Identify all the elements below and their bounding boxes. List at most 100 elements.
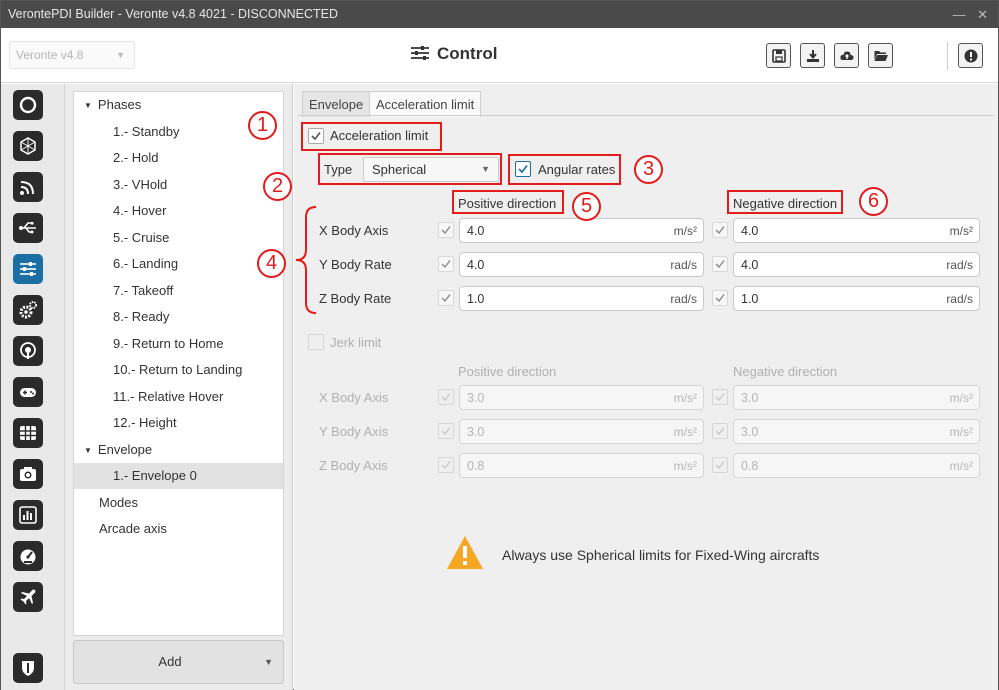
jerk-limit-checkbox[interactable]	[308, 334, 324, 350]
input-unit: rad/s	[946, 292, 973, 306]
accel-negative-checkbox[interactable]	[712, 256, 728, 272]
accel-row-label: Z Body Rate	[319, 291, 392, 306]
sidebar-control-button[interactable]	[13, 254, 43, 284]
tree-item-phase[interactable]: 12.- Height	[74, 410, 283, 436]
tree-item-phase[interactable]: 5.- Cruise	[74, 225, 283, 251]
download-icon	[807, 50, 819, 62]
version-select[interactable]: Veronte v4.8 ▼	[9, 41, 135, 69]
sidebar-power-button[interactable]	[13, 90, 43, 120]
sidebar-plane-button[interactable]	[13, 582, 43, 612]
sidebar-grid-button[interactable]	[13, 418, 43, 448]
accel-negative-input[interactable]: 1.0 rad/s	[733, 286, 980, 311]
annotation-box	[727, 190, 843, 214]
tree-item-phase[interactable]: 11.- Relative Hover	[74, 384, 283, 410]
power-icon	[19, 96, 37, 114]
gamepad-icon	[20, 388, 36, 397]
accel-negative-input[interactable]: 4.0 m/s²	[733, 218, 980, 243]
jerk-negative-input[interactable]: 3.0 m/s²	[733, 419, 980, 444]
input-unit: m/s²	[673, 224, 697, 238]
jerk-negative-checkbox[interactable]	[712, 423, 728, 439]
input-value: 3.0	[467, 425, 485, 439]
warning-message: Always use Spherical limits for Fixed-Wi…	[502, 547, 820, 563]
jerk-positive-input[interactable]: 3.0 m/s²	[459, 419, 704, 444]
info-icon	[964, 49, 978, 63]
jerk-positive-input[interactable]: 3.0 m/s²	[459, 385, 704, 410]
signal-icon	[20, 181, 34, 195]
tab-divider	[298, 115, 994, 116]
tree-item-phase[interactable]: 4.- Hover	[74, 198, 283, 224]
accel-negative-input[interactable]: 4.0 rad/s	[733, 252, 980, 277]
annotation-box	[452, 190, 564, 214]
expand-arrow-icon: ▼	[84, 101, 92, 110]
tree-item-phase[interactable]: 8.- Ready	[74, 304, 283, 330]
tree-item-phase[interactable]: 6.- Landing	[74, 251, 283, 277]
tree-item-phase[interactable]: 2.- Hold	[74, 145, 283, 171]
info-button[interactable]	[958, 43, 983, 68]
callout-marker: 1	[248, 111, 277, 140]
tree-item-phase[interactable]: 3.- VHold	[74, 172, 283, 198]
add-button[interactable]: Add ▼	[73, 640, 284, 684]
check-icon	[715, 427, 725, 436]
cloud-upload-button[interactable]	[834, 43, 859, 68]
window-controls[interactable]: — ✕	[952, 1, 992, 28]
tree-item-phase[interactable]: 10.- Return to Landing	[74, 357, 283, 383]
sidebar-gears-button[interactable]	[13, 295, 43, 325]
jerk-negative-checkbox[interactable]	[712, 389, 728, 405]
sidebar-shield-button[interactable]	[13, 653, 43, 683]
accel-negative-checkbox[interactable]	[712, 290, 728, 306]
tree-group-envelope[interactable]: ▼ Envelope	[74, 437, 283, 463]
check-icon	[441, 427, 451, 436]
save-icon	[772, 49, 786, 63]
accel-positive-input[interactable]: 1.0 rad/s	[459, 286, 704, 311]
tree-item-arcade-axis[interactable]: Arcade axis	[74, 516, 283, 542]
jerk-negative-input[interactable]: 3.0 m/s²	[733, 385, 980, 410]
jerk-negative-header: Negative direction	[733, 364, 838, 379]
tab-envelope[interactable]: Envelope	[302, 91, 371, 117]
sidebar-camera-button[interactable]	[13, 459, 43, 489]
control-sliders-icon	[411, 45, 431, 65]
jerk-positive-checkbox[interactable]	[438, 423, 454, 439]
sidebar-podcast-button[interactable]	[13, 336, 43, 366]
input-unit: m/s²	[949, 459, 973, 473]
tree-item-phase[interactable]: 7.- Takeoff	[74, 278, 283, 304]
tree-item-phase[interactable]: 9.- Return to Home	[74, 331, 283, 357]
sidebar-globe-button[interactable]	[13, 131, 43, 161]
jerk-positive-input[interactable]: 0.8 m/s²	[459, 453, 704, 478]
callout-marker: 5	[572, 192, 601, 221]
accel-positive-checkbox[interactable]	[438, 256, 454, 272]
accel-positive-input[interactable]: 4.0 rad/s	[459, 252, 704, 277]
tree-group-label: Phases	[97, 97, 142, 112]
tree-item-envelope-selected[interactable]: 1.- Envelope 0	[74, 463, 283, 489]
save-button[interactable]	[766, 43, 791, 68]
module-sidebar	[1, 84, 65, 690]
jerk-positive-checkbox[interactable]	[438, 457, 454, 473]
check-icon	[715, 294, 725, 303]
tree-item-modes[interactable]: Modes	[74, 490, 283, 516]
title-bar: VerontePDI Builder - Veronte v4.8 4021 -…	[1, 1, 998, 28]
sidebar-usb-button[interactable]	[13, 213, 43, 243]
jerk-negative-checkbox[interactable]	[712, 457, 728, 473]
sidebar-gamepad-button[interactable]	[13, 377, 43, 407]
accel-positive-checkbox[interactable]	[438, 222, 454, 238]
sidebar-chart-button[interactable]	[13, 500, 43, 530]
download-button[interactable]	[800, 43, 825, 68]
accel-positive-input[interactable]: 4.0 m/s²	[459, 218, 704, 243]
open-folder-button[interactable]	[868, 43, 893, 68]
chevron-down-icon[interactable]: ▼	[264, 657, 273, 667]
jerk-positive-checkbox[interactable]	[438, 389, 454, 405]
jerk-negative-input[interactable]: 0.8 m/s²	[733, 453, 980, 478]
accel-negative-checkbox[interactable]	[712, 222, 728, 238]
expand-arrow-icon: ▼	[84, 445, 92, 455]
sidebar-signal-button[interactable]	[13, 172, 43, 202]
usb-icon	[19, 222, 36, 234]
tab-acceleration-limit[interactable]: Acceleration limit	[369, 91, 482, 117]
input-value: 3.0	[467, 391, 485, 405]
accel-positive-checkbox[interactable]	[438, 290, 454, 306]
annotation-box	[508, 154, 621, 185]
page-title: Control	[411, 44, 497, 65]
input-value: 3.0	[741, 391, 759, 405]
jerk-row-label: Z Body Axis	[319, 458, 388, 473]
row-group-bracket	[295, 206, 317, 314]
app-window: VerontePDI Builder - Veronte v4.8 4021 -…	[0, 0, 999, 690]
sidebar-dashboard-button[interactable]	[13, 541, 43, 571]
